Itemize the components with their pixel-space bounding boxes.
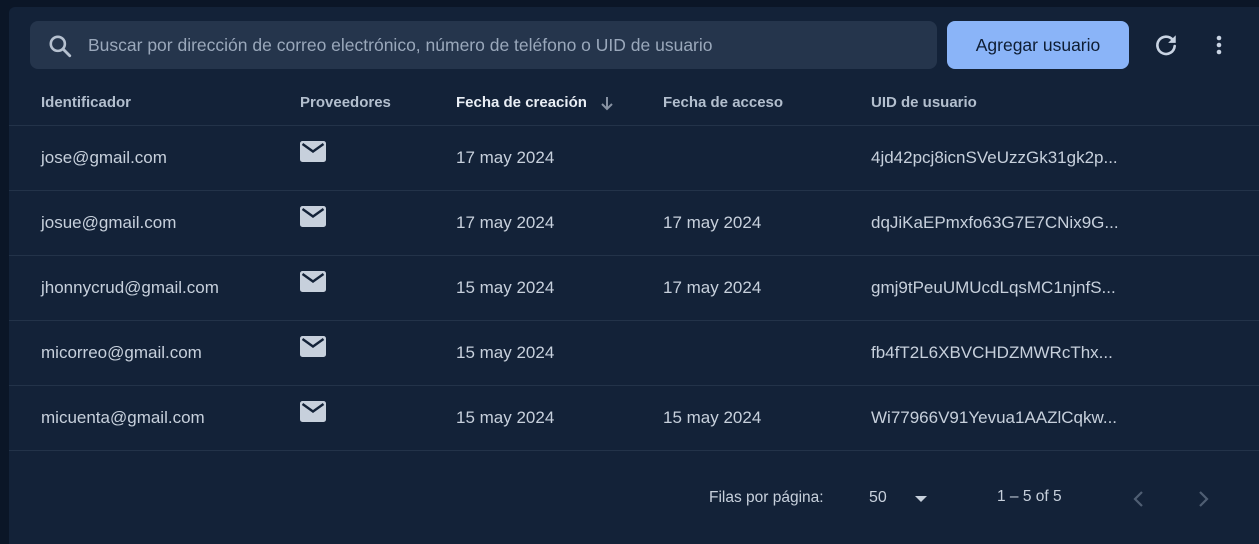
cell-uid: 4jd42pcj8icnSVeUzzGk31gk2p...: [871, 148, 1118, 167]
cell-uid: fb4fT2L6XBVCHDZMWRcThx...: [871, 343, 1113, 362]
cell-created: 15 may 2024: [456, 408, 555, 427]
cell-access: 17 may 2024: [663, 278, 762, 297]
caret-down-icon: [915, 496, 927, 502]
refresh-button[interactable]: [1152, 31, 1180, 59]
column-header-label: Proveedores: [300, 93, 391, 111]
cell-created: 17 may 2024: [456, 148, 555, 167]
mail-icon: [300, 206, 326, 227]
cell-access: 17 may 2024: [663, 213, 762, 232]
column-header-identifier[interactable]: Identificador: [41, 79, 131, 126]
table-row[interactable]: micorreo@gmail.com 15 may 2024 fb4fT2L6X…: [9, 321, 1259, 386]
cell-created: 17 may 2024: [456, 213, 555, 232]
mail-icon: [300, 401, 326, 422]
cell-provider: [300, 401, 326, 422]
table-row[interactable]: jose@gmail.com 17 may 2024 4jd42pcj8icnS…: [9, 126, 1259, 191]
cell-provider: [300, 336, 326, 357]
cell-uid: Wi77966V91Yevua1AAZlCqkw...: [871, 408, 1118, 427]
cell-identifier: jhonnycrud@gmail.com: [41, 278, 219, 297]
rows-per-page-label: Filas por página:: [709, 489, 824, 506]
refresh-icon: [1156, 35, 1176, 56]
column-header-label: Fecha de creación: [456, 93, 587, 111]
cell-uid: dqJiKaEPmxfo63G7E7CNix9G...: [871, 213, 1119, 232]
cell-identifier: josue@gmail.com: [41, 213, 177, 232]
more-options-button[interactable]: [1205, 31, 1233, 59]
mail-icon: [300, 141, 326, 162]
more-vert-icon: [1216, 35, 1222, 55]
column-header-label: UID de usuario: [871, 93, 977, 111]
column-header-label: Identificador: [41, 93, 132, 111]
cell-identifier: micorreo@gmail.com: [41, 343, 202, 362]
rows-per-page-select[interactable]: 50: [869, 487, 939, 511]
column-header-created[interactable]: Fecha de creación: [456, 79, 615, 126]
cell-provider: [300, 271, 326, 292]
table-row[interactable]: micuenta@gmail.com 15 may 2024 15 may 20…: [9, 386, 1259, 451]
cell-provider: [300, 206, 326, 227]
previous-page-button[interactable]: [1125, 485, 1153, 513]
cell-created: 15 may 2024: [456, 343, 555, 362]
cell-uid: gmj9tPeuUMUcdLqsMC1njnfS...: [871, 278, 1116, 297]
search-input[interactable]: [88, 21, 928, 69]
column-header-uid: UID de usuario: [871, 79, 977, 126]
table-row[interactable]: jhonnycrud@gmail.com 15 may 2024 17 may …: [9, 256, 1259, 321]
table-row[interactable]: josue@gmail.com 17 may 2024 17 may 2024 …: [9, 191, 1259, 256]
pagination: Filas por página: 50 1 – 5 of 5: [9, 472, 1259, 528]
column-header-providers: Proveedores: [300, 79, 391, 126]
column-header-access[interactable]: Fecha de acceso: [663, 79, 783, 126]
table-header: Identificador Proveedores Fecha de creac…: [9, 79, 1259, 126]
cell-identifier: jose@gmail.com: [41, 148, 167, 167]
chevron-left-icon: [1133, 491, 1143, 507]
add-user-button[interactable]: Agregar usuario: [947, 21, 1129, 69]
cell-provider: [300, 141, 326, 162]
cell-identifier: micuenta@gmail.com: [41, 408, 205, 427]
chevron-right-icon: [1199, 491, 1209, 507]
toolbar: Agregar usuario: [30, 21, 1259, 69]
rows-per-page-value: 50: [869, 489, 887, 506]
search-bar[interactable]: [30, 21, 937, 69]
cell-created: 15 may 2024: [456, 278, 555, 297]
mail-icon: [300, 271, 326, 292]
users-panel: Agregar usuario Identificador Proveedore…: [9, 7, 1259, 544]
search-icon: [49, 35, 72, 58]
arrow-down-icon: [601, 97, 613, 111]
table-body: jose@gmail.com 17 may 2024 4jd42pcj8icnS…: [9, 126, 1259, 451]
pagination-range: 1 – 5 of 5: [997, 488, 1062, 505]
column-header-label: Fecha de acceso: [663, 93, 784, 111]
mail-icon: [300, 336, 326, 357]
cell-access: 15 may 2024: [663, 408, 762, 427]
next-page-button[interactable]: [1189, 485, 1217, 513]
